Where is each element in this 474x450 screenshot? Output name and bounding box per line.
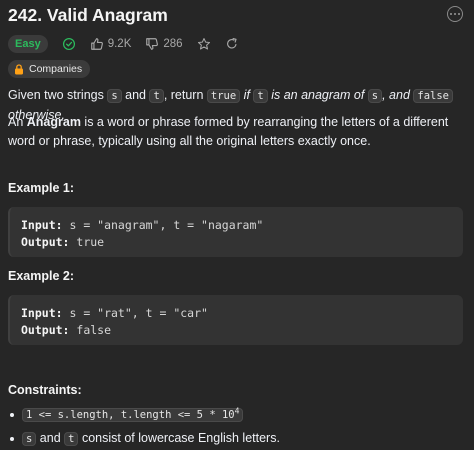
description-paragraph-2: An Anagram is a word or phrase formed by… xyxy=(8,115,449,148)
solved-check-icon xyxy=(62,37,75,51)
anagram-term: Anagram xyxy=(26,115,81,129)
constraints-heading: Constraints: xyxy=(8,383,82,397)
constraint-item: 1 <= s.length, t.length <= 5 * 104 xyxy=(8,406,280,424)
more-icon xyxy=(450,13,453,15)
favorite-button[interactable] xyxy=(197,37,211,51)
like-button[interactable]: 9.2K xyxy=(90,37,132,51)
like-count: 9.2K xyxy=(107,38,132,50)
code-s: s xyxy=(367,89,383,103)
example-1-block: Input: s = "anagram", t = "nagaram" Outp… xyxy=(8,207,463,257)
dislike-button[interactable]: 286 xyxy=(145,37,183,51)
star-icon xyxy=(197,38,210,50)
thumbs-up-icon xyxy=(90,38,103,50)
problem-title: 242. Valid Anagram xyxy=(8,5,168,25)
thumbs-down-icon xyxy=(146,38,159,50)
code-s: s xyxy=(107,89,122,103)
dislike-count: 286 xyxy=(163,38,183,50)
share-button[interactable] xyxy=(225,37,239,51)
example-2-block: Input: s = "rat", t = "car" Output: fals… xyxy=(8,295,463,345)
code-false: false xyxy=(413,89,453,103)
code-t: t xyxy=(253,89,268,103)
companies-label: Companies xyxy=(29,63,83,75)
constraint-item: s and t consist of lowercase English let… xyxy=(8,430,280,448)
code-true: true xyxy=(206,89,241,103)
constraint-length-code: 1 <= s.length, t.length <= 5 * 104 xyxy=(22,407,244,422)
solved-status xyxy=(62,37,76,51)
code-t: t xyxy=(149,89,164,103)
constraints-list: 1 <= s.length, t.length <= 5 * 104 s and… xyxy=(8,406,280,448)
difficulty-badge: Easy xyxy=(8,35,48,53)
problem-meta-bar: Easy 9.2K 286 xyxy=(8,34,253,54)
example-1-heading: Example 1: xyxy=(8,181,75,195)
companies-tag[interactable]: Companies xyxy=(8,60,91,78)
example-2-heading: Example 2: xyxy=(8,269,75,283)
lock-icon xyxy=(15,63,23,74)
more-options-button[interactable] xyxy=(447,6,463,22)
share-icon xyxy=(226,38,237,49)
